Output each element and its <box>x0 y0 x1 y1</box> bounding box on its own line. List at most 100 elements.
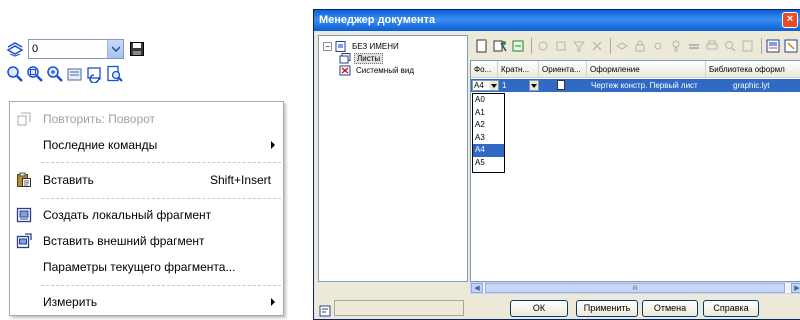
context-menu: Повторить: Поворот Последние команды Вст… <box>9 101 284 316</box>
menu-item-fragment-parameters[interactable]: Параметры текущего фрагмента... <box>10 254 283 280</box>
document-tree[interactable]: − БЕЗ ИМЕНИ Листы Системный вид <box>318 35 468 282</box>
format-option[interactable]: A1 <box>473 107 504 120</box>
light-disabled-icon <box>668 38 684 54</box>
toolbar-separator <box>531 38 532 54</box>
view-icon <box>339 65 351 76</box>
layers-icon[interactable] <box>6 40 24 58</box>
tree-node-label: Системный вид <box>356 66 415 75</box>
sheet-properties-icon[interactable] <box>765 38 781 54</box>
sheet-format-icon[interactable] <box>783 38 799 54</box>
menu-item-label: Создать локальный фрагмент <box>43 208 212 222</box>
menu-separator <box>41 285 281 286</box>
tree-node-sheets[interactable]: Листы <box>339 53 384 64</box>
sheets-toolbar <box>474 36 800 56</box>
layer-select[interactable]: 0 <box>28 39 124 59</box>
menu-item-insert-external-fragment[interactable]: Вставить внешний фрагмент <box>10 228 283 254</box>
submenu-arrow-icon <box>271 298 275 306</box>
chevron-down-icon[interactable] <box>489 81 498 90</box>
chevron-down-icon[interactable] <box>107 40 123 58</box>
sheet-settings-icon[interactable] <box>510 38 526 54</box>
layer-disabled-icon <box>614 38 630 54</box>
zoom-window-icon[interactable] <box>26 65 44 83</box>
menu-item-shortcut: Shift+Insert <box>209 173 271 187</box>
menu-item-label: Измерить <box>43 295 98 309</box>
format-option[interactable]: A5 <box>473 157 504 170</box>
table-header: Фо... Кратн... Ориента... Оформление Биб… <box>471 61 800 78</box>
new-sheet-format-icon[interactable] <box>492 38 508 54</box>
chevron-down-icon[interactable] <box>530 81 538 90</box>
paste-icon <box>15 171 33 189</box>
refresh-icon[interactable] <box>86 65 104 83</box>
status-field <box>334 300 464 316</box>
print-disabled-icon <box>704 38 720 54</box>
paste-disabled-icon <box>553 38 569 54</box>
help-button[interactable]: Справка <box>703 300 759 317</box>
column-header-orientation[interactable]: Ориента... <box>539 61 587 78</box>
menu-item-paste[interactable]: Вставить Shift+Insert <box>10 167 283 193</box>
toolbar-row-1: 0 <box>6 38 148 60</box>
new-sheet-icon[interactable] <box>474 38 490 54</box>
tree-node-system-view[interactable]: Системный вид <box>339 65 416 76</box>
menu-item-label: Параметры текущего фрагмента... <box>43 260 236 274</box>
cell-design: Чертеж констр. Первый лист <box>591 81 698 90</box>
toolbar-separator <box>761 38 762 54</box>
menu-item-repeat[interactable]: Повторить: Поворот <box>10 106 283 132</box>
multiplicity-combo-button[interactable] <box>529 80 539 91</box>
layer-select-value: 0 <box>32 43 39 55</box>
save-icon[interactable] <box>128 40 146 58</box>
scroll-thumb[interactable]: III <box>485 283 785 293</box>
ok-button[interactable]: ОК <box>510 300 568 317</box>
filter-disabled-icon <box>571 38 587 54</box>
column-header-design[interactable]: Оформление <box>587 61 706 78</box>
scroll-left-icon[interactable]: ◀ <box>471 283 483 293</box>
sheets-table[interactable]: Фо... Кратн... Ориента... Оформление Биб… <box>470 60 800 282</box>
format-option-selected[interactable]: A4 <box>473 144 504 157</box>
window-titlebar[interactable]: Менеджер документа × <box>314 10 800 31</box>
menu-item-label: Последние команды <box>43 138 158 152</box>
collapse-icon[interactable]: − <box>323 42 332 51</box>
menu-separator <box>41 162 281 163</box>
menu-item-recent-commands[interactable]: Последние команды <box>10 132 283 158</box>
format-option[interactable]: A3 <box>473 132 504 145</box>
column-header-format[interactable]: Фо... <box>471 61 498 78</box>
zoom-icon[interactable] <box>6 65 24 83</box>
horizontal-scrollbar[interactable]: ◀ III ▶ <box>470 282 800 294</box>
portrait-orientation-icon[interactable] <box>557 80 565 90</box>
cell-library: graphic.lyt <box>733 81 770 90</box>
repeat-icon <box>15 110 33 128</box>
tree-node-root[interactable]: − БЕЗ ИМЕНИ <box>323 41 401 52</box>
apply-button[interactable]: Применить <box>576 300 638 317</box>
toolbar-separator <box>610 38 611 54</box>
format-dropdown-list[interactable]: A0 A1 A2 A3 A4 A5 <box>472 93 505 173</box>
close-icon[interactable]: × <box>782 12 798 28</box>
zoom-scale-icon[interactable] <box>46 65 64 83</box>
table-row[interactable]: A4 1 Чертеж констр. Первый лист graphic.… <box>471 79 800 92</box>
format-option[interactable]: A2 <box>473 119 504 132</box>
export-disabled-icon <box>740 38 756 54</box>
submenu-arrow-icon <box>271 141 275 149</box>
zoom-all-icon[interactable] <box>66 65 84 83</box>
window-title: Менеджер документа <box>319 14 436 26</box>
format-combo-value: A4 <box>474 81 484 90</box>
menu-item-measure[interactable]: Измерить <box>10 289 283 315</box>
column-header-library[interactable]: Библиотека оформл <box>706 61 800 78</box>
preview-icon[interactable] <box>106 65 124 83</box>
color-disabled-icon <box>686 38 702 54</box>
menu-item-label: Вставить <box>43 173 94 187</box>
column-header-multiplicity[interactable]: Кратн... <box>498 61 539 78</box>
layer-toolbar: 0 <box>6 37 171 93</box>
external-fragment-icon <box>15 232 33 250</box>
preview-disabled-icon <box>722 38 738 54</box>
document-icon <box>335 41 346 52</box>
cell-multiplicity: 1 <box>502 81 507 90</box>
copy-disabled-icon <box>535 38 551 54</box>
scroll-right-icon[interactable]: ▶ <box>791 283 800 293</box>
cancel-button[interactable]: Отмена <box>642 300 698 317</box>
document-tree-icon <box>319 302 331 319</box>
tree-node-label: Листы <box>354 53 384 64</box>
format-option[interactable]: A0 <box>473 94 504 107</box>
format-combo[interactable]: A4 <box>472 80 499 91</box>
menu-item-create-local-fragment[interactable]: Создать локальный фрагмент <box>10 202 283 228</box>
lock-disabled-icon <box>632 38 648 54</box>
tree-node-label: БЕЗ ИМЕНИ <box>352 42 399 51</box>
